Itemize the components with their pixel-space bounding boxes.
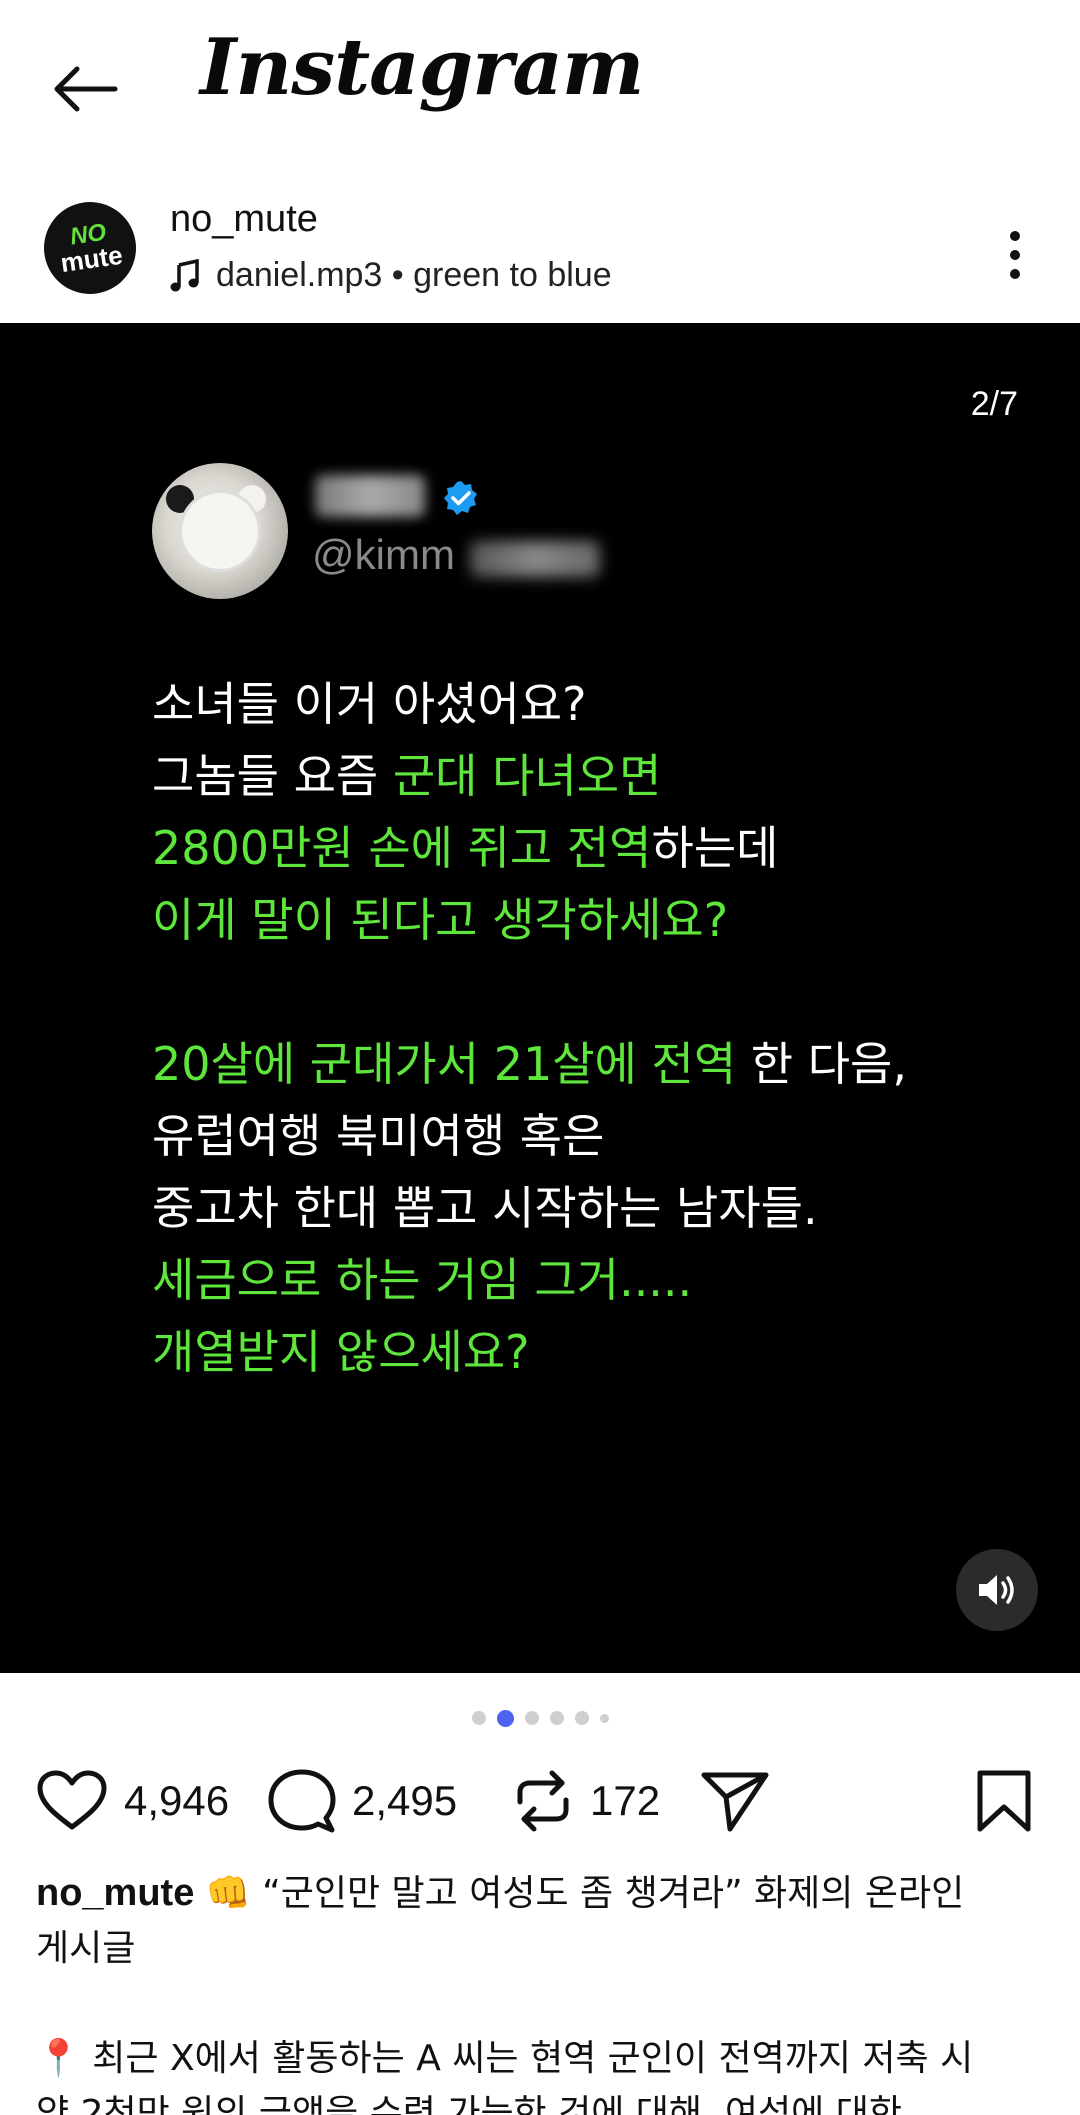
avatar[interactable]: NO mute — [38, 196, 142, 300]
carousel-dot — [524, 1711, 539, 1725]
avatar-bear — [182, 493, 258, 569]
post-media[interactable]: 2/7 @kimm 소녀들 이거 아셨어요? 그놈들 요즘 군대 다녀오면 2800… — [0, 323, 1080, 1673]
verified-badge-icon — [444, 481, 477, 515]
repost-button[interactable]: 172 — [512, 1760, 660, 1842]
caption-para2-line2: 약 2천만 원의 금액을 수령 가능한 것에 대해, 여성에 대한 — [36, 2093, 902, 2115]
repost-icon — [517, 1770, 569, 1832]
app-logo[interactable]: Instagram — [200, 22, 644, 113]
heart-icon — [37, 1770, 107, 1830]
tweet-handle-blurred — [470, 541, 600, 577]
pin-icon: 📍 — [36, 2038, 81, 2079]
caption-text-line2: 게시글 — [36, 1928, 136, 1969]
fist-emoji-icon: 👊 — [205, 1873, 251, 1914]
like-button[interactable]: 4,946 — [36, 1760, 229, 1842]
music-note-icon — [170, 258, 199, 291]
post-caption: no_mute 👊 “군인만 말고 여성도 좀 챙겨라” 화제의 온라인 게시글… — [36, 1866, 1046, 2115]
speaker-icon — [979, 1575, 1014, 1605]
tweet-line: 개열받지 않으세요? — [152, 1316, 1012, 1388]
tweet-paragraph: 20살에 군대가서 21살에 전역 한 다음, 유럽여행 북미여행 혹은중고차 한… — [152, 1028, 1012, 1388]
post-username[interactable]: no_mute — [170, 198, 318, 241]
tweet-segment: 군대 다녀오면 — [392, 749, 662, 803]
comment-count: 2,495 — [352, 1777, 458, 1824]
caption-text-line1: “군인만 말고 여성도 좀 챙겨라” 화제의 온라인 — [262, 1873, 965, 1914]
volume-button[interactable] — [956, 1549, 1038, 1631]
slide-counter: 2/7 — [970, 385, 1018, 423]
tweet-segment: 하는데 — [651, 821, 779, 875]
tweet-line: 유럽여행 북미여행 혹은 — [152, 1100, 1012, 1172]
carousel-indicator — [0, 1708, 1080, 1728]
tweet-line: 2800만원 손에 쥐고 전역하는데 — [152, 812, 1012, 884]
music-label: daniel.mp3 • green to blue — [216, 256, 612, 294]
tweet-segment: 유럽여행 북미여행 혹은 — [152, 1109, 605, 1163]
tweet-segment: 한 다음, — [736, 1037, 907, 1091]
music-info[interactable]: daniel.mp3 • green to blue — [170, 256, 612, 295]
tweet-handle: @kimm — [312, 531, 455, 578]
tweet-line: 이게 말이 된다고 생각하세요? — [152, 884, 1012, 956]
tweet-text: 소녀들 이거 아셨어요? 그놈들 요즘 군대 다녀오면 2800만원 손에 쥐고 전… — [152, 668, 1012, 1460]
tweet-segment: 이게 말이 된다고 생각하세요? — [152, 893, 729, 947]
tweet-line: 그놈들 요즘 군대 다녀오면 — [152, 740, 1012, 812]
tweet-avatar — [152, 463, 288, 599]
carousel-dot — [574, 1711, 589, 1725]
back-button[interactable] — [48, 52, 122, 126]
tweet-line: 세금으로 하는 거임 그거..... — [152, 1244, 1012, 1316]
more-options-button[interactable] — [990, 220, 1040, 290]
tweet-segment: 중고차 한대 뽑고 시작하는 남자들. — [152, 1181, 818, 1235]
caption-second-paragraph: 📍 최근 X에서 활동하는 A 씨는 현역 군인이 전역까지 저축 시 약 2천… — [36, 2031, 1046, 2115]
tweet-segment: 20살에 군대가서 21살에 전역 — [152, 1037, 737, 1091]
tweet-line: 소녀들 이거 아셨어요? — [152, 668, 1012, 740]
action-bar: 4,946 2,495 172 — [0, 1760, 1080, 1842]
tweet-segment: 소녀들 이거 아셨어요? — [152, 677, 587, 731]
tweet-author-name-blurred — [315, 475, 425, 517]
tweet-segment: 2800만원 손에 쥐고 전역 — [152, 821, 652, 875]
caption-para2-line1: 최근 X에서 활동하는 A 씨는 현역 군인이 전역까지 저축 시 — [92, 2038, 974, 2079]
save-button[interactable] — [976, 1760, 1032, 1842]
tweet-segment: 개열받지 않으세요? — [152, 1325, 530, 1379]
avatar-text-bottom: mute — [58, 239, 125, 279]
more-vertical-icon — [1010, 231, 1020, 279]
carousel-dot-active — [496, 1709, 514, 1727]
tweet-line: 중고차 한대 뽑고 시작하는 남자들. — [152, 1172, 1012, 1244]
like-count: 4,946 — [124, 1777, 230, 1824]
tweet-paragraph: 소녀들 이거 아셨어요? 그놈들 요즘 군대 다녀오면 2800만원 손에 쥐고 전… — [152, 668, 1012, 956]
send-icon — [701, 1772, 769, 1832]
carousel-dot — [549, 1711, 564, 1725]
tweet-line: 20살에 군대가서 21살에 전역 한 다음, — [152, 1028, 1012, 1100]
post-header: NO mute no_mute daniel.mp3 • green to bl… — [0, 180, 1080, 320]
repost-count: 172 — [590, 1777, 661, 1824]
caption-first-paragraph: no_mute 👊 “군인만 말고 여성도 좀 챙겨라” 화제의 온라인 게시글 — [36, 1866, 1046, 1976]
tweet-segment: 그놈들 요즘 — [152, 749, 393, 803]
carousel-dot — [599, 1713, 609, 1723]
comment-button[interactable]: 2,495 — [268, 1760, 457, 1842]
arrow-left-icon — [54, 66, 118, 112]
caption-username[interactable]: no_mute — [36, 1872, 194, 1914]
top-bar: Instagram — [0, 0, 1080, 170]
bookmark-icon — [977, 1770, 1031, 1832]
share-button[interactable] — [700, 1760, 770, 1842]
tweet-segment: 세금으로 하는 거임 그거..... — [152, 1253, 693, 1307]
comment-icon — [268, 1769, 336, 1833]
carousel-dot — [471, 1711, 486, 1725]
